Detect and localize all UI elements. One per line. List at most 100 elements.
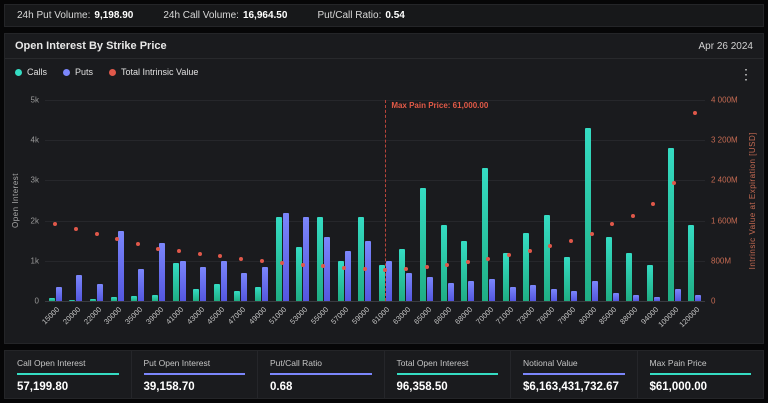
date-selector[interactable]: Apr 26 2024 xyxy=(699,41,754,52)
call-bar xyxy=(255,287,261,301)
x-axis-label: 51000 xyxy=(267,305,288,326)
strike-group-51000[interactable]: 51000 xyxy=(272,100,293,301)
bar-pair xyxy=(45,100,66,301)
strike-group-88000[interactable]: 88000 xyxy=(623,100,644,301)
call-bar xyxy=(544,215,550,301)
strike-group-45000[interactable]: 45000 xyxy=(210,100,231,301)
bar-pair xyxy=(128,100,149,301)
strike-group-39000[interactable]: 39000 xyxy=(148,100,169,301)
put-bar xyxy=(489,279,495,301)
call-bar xyxy=(420,188,426,301)
strike-group-47000[interactable]: 47000 xyxy=(231,100,252,301)
left-axis-title-text: Open Interest xyxy=(11,173,20,228)
footer-stat-value: $6,163,431,732.67 xyxy=(523,381,625,393)
put-bar xyxy=(654,297,660,301)
strike-group-120000[interactable]: 120000 xyxy=(684,100,705,301)
put-bar xyxy=(613,293,619,301)
bar-pair xyxy=(189,100,210,301)
footer-stat-label: Notional Value xyxy=(523,358,625,375)
strike-group-76000[interactable]: 76000 xyxy=(540,100,561,301)
call-bar xyxy=(668,148,674,301)
x-axis-label: 57000 xyxy=(329,305,350,326)
intrinsic-value-dot xyxy=(425,265,429,269)
strike-group-43000[interactable]: 43000 xyxy=(189,100,210,301)
strike-group-35000[interactable]: 35000 xyxy=(128,100,149,301)
x-axis-label: 100000 xyxy=(656,305,680,329)
strike-group-79000[interactable]: 79000 xyxy=(561,100,582,301)
put-bar xyxy=(76,275,82,301)
bar-pair xyxy=(86,100,107,301)
strike-group-59000[interactable]: 59000 xyxy=(354,100,375,301)
x-axis-label: 79000 xyxy=(556,305,577,326)
bar-pair xyxy=(107,100,128,301)
bar-pair xyxy=(231,100,252,301)
legend-dot-icon xyxy=(109,69,116,76)
strike-group-68000[interactable]: 68000 xyxy=(458,100,479,301)
y-left-tick: 2k xyxy=(31,216,39,225)
x-axis-label: 88000 xyxy=(618,305,639,326)
max-pain-label: Max Pain Price: 61,000.00 xyxy=(391,101,488,110)
y-right-tick: 0 xyxy=(711,297,715,306)
bar-pair xyxy=(293,100,314,301)
x-axis-label: 65000 xyxy=(412,305,433,326)
footer-stat-label: Put/Call Ratio xyxy=(270,358,372,375)
strike-group-80000[interactable]: 80000 xyxy=(581,100,602,301)
strike-group-70000[interactable]: 70000 xyxy=(478,100,499,301)
legend-item-calls[interactable]: Calls xyxy=(15,67,47,77)
strike-group-65000[interactable]: 65000 xyxy=(416,100,437,301)
strike-group-73000[interactable]: 73000 xyxy=(519,100,540,301)
intrinsic-value-dot xyxy=(590,232,594,236)
strike-group-57000[interactable]: 57000 xyxy=(334,100,355,301)
call-bar xyxy=(482,168,488,301)
y-right-tick: 2 400M xyxy=(711,176,738,185)
right-axis-title: Intrinsic Value at Expiration [USD] xyxy=(748,100,757,301)
strike-group-63000[interactable]: 63000 xyxy=(396,100,417,301)
intrinsic-value-dot xyxy=(260,259,264,263)
put-bar xyxy=(386,261,392,301)
strike-group-55000[interactable]: 55000 xyxy=(313,100,334,301)
strike-group-49000[interactable]: 49000 xyxy=(251,100,272,301)
legend-item-puts[interactable]: Puts xyxy=(63,67,93,77)
bar-pair xyxy=(664,100,685,301)
put-bar xyxy=(448,283,454,301)
intrinsic-value-dot xyxy=(136,242,140,246)
put-bar xyxy=(592,281,598,301)
strike-group-94000[interactable]: 94000 xyxy=(643,100,664,301)
legend-item-total-intrinsic-value[interactable]: Total Intrinsic Value xyxy=(109,67,198,77)
intrinsic-value-dot xyxy=(610,222,614,226)
strike-group-71000[interactable]: 71000 xyxy=(499,100,520,301)
call-bar xyxy=(626,253,632,301)
put-bar xyxy=(138,269,144,301)
call-bar xyxy=(276,217,282,301)
y-left-tick: 5k xyxy=(31,96,39,105)
put-bar xyxy=(56,287,62,301)
strike-group-41000[interactable]: 41000 xyxy=(169,100,190,301)
strike-group-30000[interactable]: 30000 xyxy=(107,100,128,301)
bar-pair xyxy=(519,100,540,301)
strike-group-66000[interactable]: 66000 xyxy=(437,100,458,301)
call-bar xyxy=(152,295,158,301)
put-bar xyxy=(633,295,639,301)
strike-group-22000[interactable]: 22000 xyxy=(86,100,107,301)
footer-stat-value: 96,358.50 xyxy=(397,381,499,393)
x-axis-label: 71000 xyxy=(494,305,515,326)
footer-stats: Call Open Interest57,199.80Put Open Inte… xyxy=(4,350,764,399)
bar-pair xyxy=(169,100,190,301)
chart-legend: Calls Puts Total Intrinsic Value xyxy=(15,67,198,77)
put-bar xyxy=(468,281,474,301)
put-bar xyxy=(118,231,124,301)
strike-group-15000[interactable]: 15000 xyxy=(45,100,66,301)
y-left-tick: 1k xyxy=(31,256,39,265)
x-axis-label: 63000 xyxy=(391,305,412,326)
menu-kebab-icon[interactable]: ⋮ xyxy=(739,67,753,81)
intrinsic-value-dot xyxy=(301,263,305,267)
strike-group-53000[interactable]: 53000 xyxy=(293,100,314,301)
strike-group-100000[interactable]: 100000 xyxy=(664,100,685,301)
call-bar xyxy=(399,249,405,301)
call-bar xyxy=(214,284,220,301)
legend-label: Total Intrinsic Value xyxy=(121,67,198,77)
strike-group-20000[interactable]: 20000 xyxy=(66,100,87,301)
x-axis-label: 59000 xyxy=(350,305,371,326)
call-bar xyxy=(564,257,570,301)
strike-group-85000[interactable]: 85000 xyxy=(602,100,623,301)
